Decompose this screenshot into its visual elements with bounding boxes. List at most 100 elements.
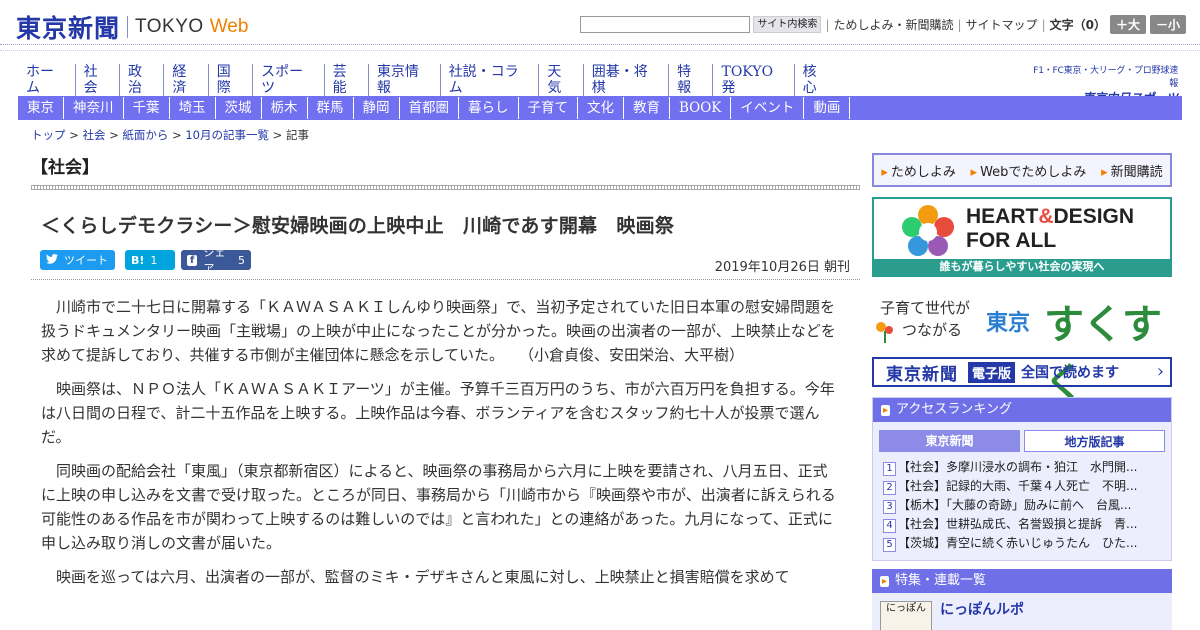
site-search-input[interactable] bbox=[580, 16, 751, 33]
nav-item-tokyo-info[interactable]: 東京情報 bbox=[369, 64, 441, 96]
article-date: 2019年10月26日 朝刊 bbox=[714, 260, 850, 275]
feature-item-nippon-rupo[interactable]: にっぽんルポ bbox=[940, 599, 1024, 619]
digital-edition-logo: 東京新聞 bbox=[886, 364, 958, 385]
subnav-item-chiba[interactable]: 千葉 bbox=[124, 97, 170, 119]
chevron-right-icon: › bbox=[1156, 361, 1164, 382]
subnav-item-tokyo[interactable]: 東京 bbox=[18, 97, 64, 119]
nav-item-weather[interactable]: 天気 bbox=[539, 64, 584, 96]
ranking-number: 3 bbox=[883, 500, 896, 514]
utility-bar: サイト内検索 | ためしよみ・新聞購読 | サイトマップ | 文字（0） ＋大 … bbox=[580, 15, 1186, 34]
ranking-text: 【社会】多摩川浸水の調布・狛江 水門開... bbox=[898, 460, 1138, 474]
font-size-decrease-button[interactable]: －小 bbox=[1149, 15, 1186, 34]
subnav-item-shizuoka[interactable]: 静岡 bbox=[354, 97, 400, 119]
sitemap-link[interactable]: サイトマップ bbox=[966, 16, 1038, 33]
site-logo[interactable]: 東京新聞 TOKYO Web bbox=[16, 9, 248, 45]
subnav-item-shutoken[interactable]: 首都圏 bbox=[400, 97, 459, 119]
feature-series-box: 特集・連載一覧 にっぽん にっぽんルポ bbox=[872, 569, 1172, 630]
sukusuku-tagline-2: つながる bbox=[902, 321, 963, 339]
nav-item-economy[interactable]: 経済 bbox=[164, 64, 209, 96]
chunichi-sports-banner[interactable]: F1・FC東京・大リーグ・プロ野球速報 東京中日スポーツ bbox=[1026, 63, 1178, 105]
article-paragraph: 同映画の配給会社「東風」（東京都新宿区）によると、映画祭の事務局から六月に上映を… bbox=[41, 462, 836, 552]
trial-read-link[interactable]: ためしよみ bbox=[881, 161, 956, 180]
hatena-bookmark-button[interactable]: B! 1 bbox=[125, 250, 175, 270]
nav-item-international[interactable]: 国際 bbox=[209, 64, 254, 96]
facebook-share-button[interactable]: f シェア 5 bbox=[181, 246, 251, 275]
tab-local-articles[interactable]: 地方版記事 bbox=[1024, 430, 1165, 452]
nav-item-tokyo-hatsu[interactable]: TOKYO発 bbox=[713, 64, 795, 96]
breadcrumb-october-list[interactable]: 10月の記事一覧 bbox=[185, 128, 269, 142]
header-divider bbox=[0, 44, 1200, 45]
breadcrumb: トップ > 社会 > 紙面から > 10月の記事一覧 > 記事 bbox=[31, 128, 309, 142]
trial-subscribe-link[interactable]: ためしよみ・新聞購読 bbox=[833, 16, 953, 33]
breadcrumb-top[interactable]: トップ bbox=[31, 128, 66, 142]
util-separator: | bbox=[1041, 17, 1046, 32]
subnav-item-tochigi[interactable]: 栃木 bbox=[262, 97, 308, 119]
section-divider bbox=[31, 185, 860, 190]
tab-tokyo-shimbun[interactable]: 東京新聞 bbox=[879, 430, 1020, 452]
nav-item-special-report[interactable]: 特報 bbox=[669, 64, 714, 96]
nav-item-kakushin[interactable]: 核心 bbox=[795, 64, 838, 96]
hatena-count: 1 bbox=[150, 253, 158, 267]
sukusuku-tokyo: 東京 bbox=[986, 311, 1031, 336]
ranking-number: 2 bbox=[883, 481, 896, 495]
nav-item-entertainment[interactable]: 芸能 bbox=[325, 64, 369, 96]
flower-logo-icon bbox=[902, 205, 954, 256]
subscribe-link[interactable]: 新聞購読 bbox=[1101, 161, 1163, 180]
subnav-item-video[interactable]: 動画 bbox=[804, 97, 851, 119]
nav-item-sports[interactable]: スポーツ bbox=[253, 64, 325, 96]
web-trial-link[interactable]: Webでためしよみ bbox=[971, 161, 1086, 180]
ranking-item[interactable]: 5 【茨城】青空に続く赤いじゅうたん ひた... bbox=[883, 534, 1161, 553]
tweet-button[interactable]: ツイート bbox=[40, 250, 115, 270]
nav-item-home[interactable]: ホーム bbox=[18, 64, 76, 96]
nav-item-politics[interactable]: 政治 bbox=[120, 64, 165, 96]
ranking-item[interactable]: 2 【社会】記録的大雨、千葉４人死亡 不明... bbox=[883, 477, 1161, 496]
header-divider bbox=[0, 50, 1200, 51]
logo-web: Web bbox=[209, 16, 249, 37]
digital-edition-banner[interactable]: 東京新聞 電子版 全国で読めます › bbox=[872, 357, 1172, 387]
site-search-button[interactable]: サイト内検索 bbox=[753, 16, 822, 33]
subnav-item-gunma[interactable]: 群馬 bbox=[308, 97, 354, 119]
nav-item-editorial[interactable]: 社説・コラム bbox=[441, 64, 540, 96]
subnav-item-education[interactable]: 教育 bbox=[624, 97, 670, 119]
heart-design-banner[interactable]: HEART&DESIGN FOR ALL 誰もが暮らしやすい社会の実現へ bbox=[872, 197, 1172, 277]
ranking-item[interactable]: 3 【栃木】「大藤の奇跡」励みに前へ 台風... bbox=[883, 496, 1161, 515]
ranking-text: 【社会】記録的大雨、千葉４人死亡 不明... bbox=[898, 479, 1138, 493]
ranking-text: 【茨城】青空に続く赤いじゅうたん ひた... bbox=[898, 536, 1138, 550]
share-count: 5 bbox=[238, 253, 245, 267]
subnav-item-kanagawa[interactable]: 神奈川 bbox=[64, 97, 124, 119]
subnav-item-parenting[interactable]: 子育て bbox=[519, 97, 578, 119]
subnav-item-living[interactable]: 暮らし bbox=[459, 97, 519, 119]
ranking-tabs: 東京新聞 地方版記事 bbox=[873, 422, 1171, 456]
breadcrumb-from-paper[interactable]: 紙面から bbox=[122, 128, 168, 142]
ranking-text: 【栃木】「大藤の奇跡」励みに前へ 台風... bbox=[898, 498, 1132, 512]
feature-list: にっぽん にっぽんルポ bbox=[872, 593, 1172, 630]
article-headline: ＜くらしデモクラシー＞慰安婦映画の上映中止 川崎であす開幕 映画祭 bbox=[41, 215, 675, 237]
heart-design-title: HEART&DESIGN FOR ALL bbox=[966, 205, 1134, 253]
for-all-words: FOR ALL bbox=[966, 229, 1057, 252]
share-label: シェア bbox=[203, 246, 226, 275]
ranking-item[interactable]: 4 【社会】世耕弘成氏、名誉毀損と提訴 青... bbox=[883, 515, 1161, 534]
util-separator: | bbox=[957, 17, 962, 32]
subnav-item-book[interactable]: BOOK bbox=[670, 97, 732, 119]
nav-item-go-shogi[interactable]: 囲碁・将棋 bbox=[584, 64, 670, 96]
nav-item-society[interactable]: 社会 bbox=[76, 64, 121, 96]
logo-english: TOKYO bbox=[135, 16, 204, 37]
breadcrumb-society[interactable]: 社会 bbox=[82, 128, 105, 142]
tokyo-sukusuku-banner[interactable]: 子育て世代が つながる 東京 すくすく bbox=[872, 287, 1172, 406]
ranking-number: 1 bbox=[883, 462, 896, 476]
feature-thumbnail[interactable]: にっぽん bbox=[880, 601, 932, 630]
font-size-label: 文字（0） bbox=[1049, 18, 1106, 32]
subnav-item-event[interactable]: イベント bbox=[731, 97, 805, 119]
font-size-increase-button[interactable]: ＋大 bbox=[1109, 15, 1146, 34]
article-paragraph: 川崎市で二十七日に開幕する「ＫＡＷＡＳＡＫＩしんゆり映画祭」で、当初予定されてい… bbox=[41, 298, 836, 364]
subnav-item-ibaraki[interactable]: 茨城 bbox=[216, 97, 262, 119]
subnav-item-saitama[interactable]: 埼玉 bbox=[170, 97, 216, 119]
regional-nav: 東京 神奈川 千葉 埼玉 茨城 栃木 群馬 静岡 首都圏 暮らし 子育て 文化 … bbox=[18, 96, 1182, 120]
ranking-item[interactable]: 1 【社会】多摩川浸水の調布・狛江 水門開... bbox=[883, 458, 1161, 477]
subnav-item-culture[interactable]: 文化 bbox=[578, 97, 624, 119]
sukusuku-tagline-1: 子育て世代が bbox=[880, 299, 971, 317]
design-word: DESIGN bbox=[1053, 205, 1135, 228]
ranking-title: アクセスランキング bbox=[873, 398, 1171, 422]
ranking-text: 【社会】世耕弘成氏、名誉毀損と提訴 青... bbox=[898, 517, 1138, 531]
facebook-icon: f bbox=[187, 254, 198, 266]
